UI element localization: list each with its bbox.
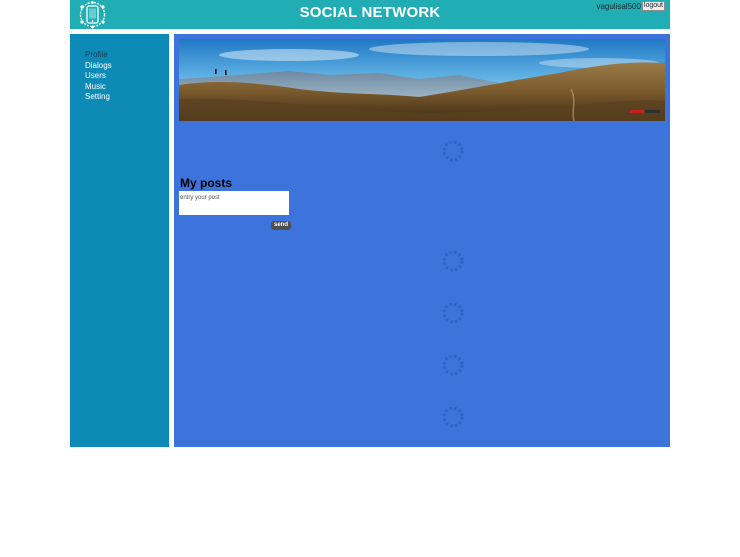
username: vagulisal500 [596, 1, 641, 11]
loading-spinner-icon [441, 405, 465, 429]
sidebar-item-profile[interactable]: Profile [85, 50, 112, 61]
post-input[interactable] [179, 191, 289, 215]
loading-spinner-icon [441, 249, 465, 273]
header: SOCIAL NETWORK vagulisal500 logout [70, 0, 670, 29]
loading-spinner-icon [441, 301, 465, 325]
site-title: SOCIAL NETWORK [299, 4, 441, 21]
sidebar-item-users[interactable]: Users [85, 71, 112, 82]
sidebar-nav: Profile Dialogs Users Music Setting [85, 50, 112, 103]
send-button[interactable]: send [271, 221, 291, 230]
sidebar-item-dialogs[interactable]: Dialogs [85, 61, 112, 72]
profile-banner-image [179, 39, 665, 121]
sidebar-item-setting[interactable]: Setting [85, 92, 112, 103]
logout-button[interactable]: logout [641, 1, 665, 11]
loading-spinner-icon [441, 139, 465, 163]
profile-content: My posts send [174, 34, 670, 447]
auth-block: vagulisal500 logout [596, 1, 665, 11]
my-posts-title: My posts [180, 176, 233, 190]
loading-spinner-icon [441, 353, 465, 377]
sidebar: Profile Dialogs Users Music Setting [70, 34, 169, 447]
sidebar-item-music[interactable]: Music [85, 82, 112, 93]
app-frame: SOCIAL NETWORK vagulisal500 logout Profi… [70, 0, 670, 447]
